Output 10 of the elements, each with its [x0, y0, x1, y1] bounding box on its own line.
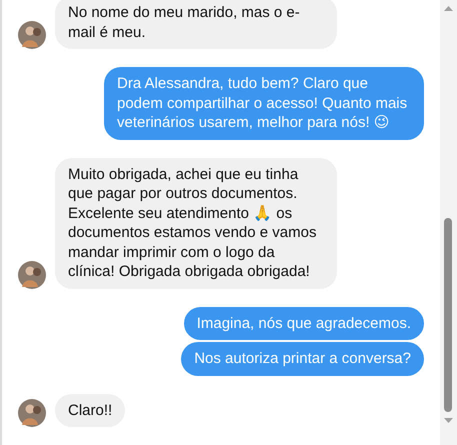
sent-message: Imagina, nós que agradecemos.: [184, 306, 424, 340]
avatar-icon: [18, 399, 46, 427]
received-message: Claro!!: [55, 394, 126, 427]
sent-message: Dra Alessandra, tudo bem? Claro que podem compartilhar o acesso! Quanto mais veterinários usarem, melhor para nós! 😉: [104, 67, 424, 140]
avatar-icon: [18, 260, 46, 288]
avatar-icon: [18, 21, 46, 49]
received-message: No nome do meu marido, mas o e-mail é meu.: [55, 0, 337, 49]
received-message: Muito obrigada, achei que eu tinha que pagar por outros documentos. Excelente seu atendimento 🙏 os documentos estamos vendo e vamos mandar imprimir com o logo da clínica! Obrigada obrigada obrigada!: [55, 158, 337, 288]
scrollbar[interactable]: [440, 0, 457, 445]
sent-message: Nos autoriza printar a conversa?: [181, 342, 424, 376]
